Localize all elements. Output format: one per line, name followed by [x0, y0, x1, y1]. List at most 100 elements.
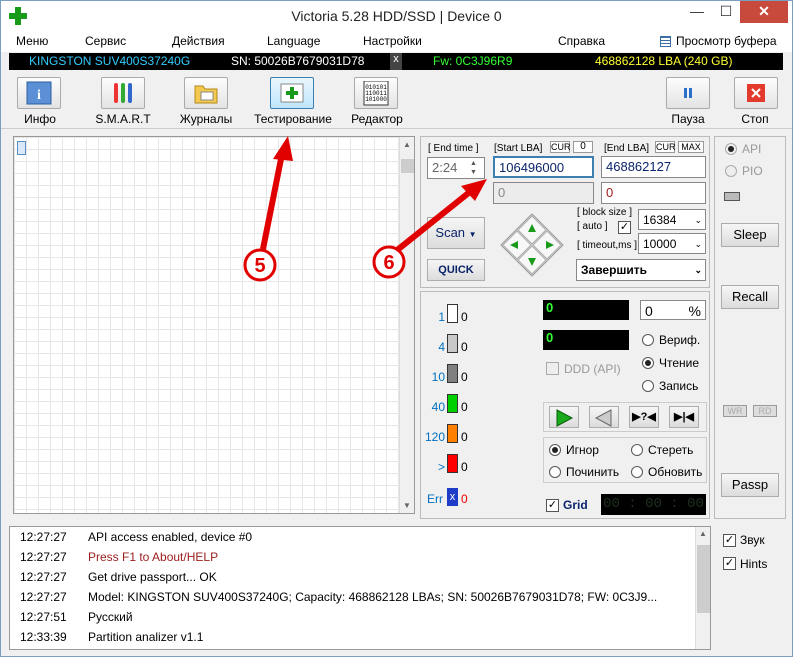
hints-checkbox[interactable]: ✓ [723, 557, 736, 570]
latency-count: 0 [461, 370, 468, 384]
read-radio[interactable] [642, 357, 654, 369]
testing-button[interactable] [270, 77, 314, 109]
close-button[interactable]: ✕ [740, 1, 788, 23]
log-row: 12:27:51 Русский [20, 610, 133, 630]
log-row: 12:33:39 Partition analizer v1.1 [20, 630, 203, 650]
end-max-button[interactable]: MAX [678, 141, 704, 153]
latency-count: 0 [461, 460, 468, 474]
scroll-down-icon[interactable]: ▼ [403, 501, 411, 510]
block-size-select[interactable]: 16384 ⌄ [638, 209, 706, 230]
scroll-thumb[interactable] [401, 159, 414, 173]
map-scrollbar[interactable]: ▲ ▼ [399, 137, 414, 513]
scan-dropdown-button[interactable]: Scan ▼ [427, 217, 485, 249]
end-cur-button[interactable]: CUR [655, 141, 676, 153]
menu-item-actions[interactable]: Действия [172, 34, 225, 48]
wr-indicator: WR [723, 405, 747, 417]
reverse-button[interactable] [589, 406, 619, 428]
direction-pad[interactable] [499, 212, 565, 278]
ddd-api-checkbox[interactable] [546, 362, 559, 375]
log-row: 12:27:27 Model: KINGSTON SUV400S37240G; C… [20, 590, 657, 610]
logs-label: Журналы [179, 112, 233, 126]
progress-lba-display: 0 [543, 300, 629, 320]
editor-label: Редактор [351, 112, 403, 126]
pio-radio[interactable] [725, 165, 737, 177]
minimize-button[interactable]: — [682, 1, 712, 23]
chevron-down-icon: ⌄ [694, 265, 702, 275]
svg-text:i: i [37, 88, 41, 103]
passport-button[interactable]: Passp [721, 473, 779, 497]
title-bar: Victoria 5.28 HDD/SSD | Device 0 — ☐ ✕ [1, 1, 792, 32]
repair-radio[interactable] [549, 466, 561, 478]
menu-item-menu[interactable]: Меню [16, 34, 48, 48]
latency-label: 4 [438, 340, 445, 354]
logs-button[interactable] [184, 77, 228, 109]
sleep-button[interactable]: Sleep [721, 223, 779, 247]
log-row: 12:27:27 Get drive passport... OK [20, 570, 217, 590]
start-zero-button[interactable]: 0 [573, 141, 593, 153]
random-seek-button[interactable]: ▶?◀ [629, 406, 659, 428]
drive-info-bar: KINGSTON SUV400S37240G SN: 50026B7679031… [9, 53, 783, 70]
latency-count: 0 [461, 400, 468, 414]
close-drive-icon[interactable]: x [390, 53, 402, 70]
auto-checkbox[interactable]: ✓ [618, 221, 631, 234]
end-time-spinner-icon[interactable]: ▲ ▼ [470, 159, 477, 177]
stop-button[interactable] [734, 77, 778, 109]
block-size-label: [ block size ] [577, 207, 633, 218]
drive-capacity: 468862128 LBA (240 GB) [595, 54, 733, 68]
log-message: Press F1 to About/HELP [88, 550, 219, 564]
butterfly-button[interactable]: ▶|◀ [669, 406, 699, 428]
scan-stats-panel: 1 0 4 0 10 0 40 0 120 0 >0 Err x 0 0 0% 0 DDD (API… [420, 291, 710, 519]
log-scrollbar[interactable]: ▲ [695, 527, 710, 649]
log-scroll-up-icon[interactable]: ▲ [699, 529, 707, 538]
menu-item-help[interactable]: Справка [558, 34, 605, 48]
sound-checkbox[interactable]: ✓ [723, 534, 736, 547]
playback-controls: ▶?◀ ▶|◀ [543, 402, 707, 432]
write-radio[interactable] [642, 380, 654, 392]
latency-color-block [447, 424, 458, 443]
log-time: 12:27:27 [20, 550, 67, 564]
pause-button[interactable] [666, 77, 710, 109]
smart-button[interactable] [101, 77, 145, 109]
reverse-icon [594, 409, 612, 427]
end-lba-label: [End LBA] [604, 143, 650, 154]
timeout-label: [ timeout,ms ] [577, 240, 638, 251]
log-message: API access enabled, device #0 [88, 530, 253, 544]
end-lba-input[interactable]: 468862127 [601, 156, 706, 178]
start-lba-input[interactable]: 106496000 [493, 156, 594, 178]
end-time-label: [ End time ] [428, 143, 479, 154]
chevron-down-icon: ⌄ [694, 239, 702, 249]
menu-bar: Меню Сервис Действия Language Настройки … [1, 32, 792, 52]
quick-button[interactable]: QUICK [427, 259, 485, 281]
verify-radio[interactable] [642, 334, 654, 346]
test-settings-panel: [ End time ] 2:24 ▲ ▼ [Start LBA] CUR 0 1… [420, 136, 710, 288]
log-time: 12:27:27 [20, 590, 67, 604]
editor-button[interactable]: 010101 110011 101000 [354, 77, 398, 109]
erase-radio[interactable] [631, 444, 643, 456]
log-row: 12:27:27 API access enabled, device #0 [20, 530, 252, 550]
refresh-radio[interactable] [631, 466, 643, 478]
recall-button[interactable]: Recall [721, 285, 779, 309]
log-scroll-thumb[interactable] [697, 545, 710, 613]
menu-item-language[interactable]: Language [267, 34, 320, 48]
event-log[interactable]: 12:27:27 API access enabled, device #0 12:… [9, 526, 711, 650]
latency-count: 0 [461, 310, 468, 324]
api-radio[interactable] [725, 143, 737, 155]
info-button[interactable]: i [17, 77, 61, 109]
surface-map-grid[interactable]: ▲ ▼ [13, 136, 415, 514]
finish-action-select[interactable]: Завершить ⌄ [576, 259, 706, 281]
grid-checkbox[interactable]: ✓ [546, 499, 559, 512]
maximize-button[interactable]: ☐ [711, 1, 741, 23]
menu-item-service[interactable]: Сервис [85, 34, 126, 48]
start-lba-label: [Start LBA] [494, 143, 543, 154]
latency-label: 1 [438, 310, 445, 324]
buffer-view-link[interactable]: Просмотр буфера [676, 34, 777, 48]
play-button[interactable] [549, 406, 579, 428]
menu-item-settings[interactable]: Настройки [363, 34, 422, 48]
scroll-up-icon[interactable]: ▲ [403, 140, 411, 149]
ignore-radio[interactable] [549, 444, 561, 456]
verify-label: Вериф. [659, 333, 701, 347]
timeout-select[interactable]: 10000 ⌄ [638, 233, 706, 254]
start-cur-button[interactable]: CUR [550, 141, 571, 153]
error-action-group: Игнор Стереть Починить Обновить [543, 437, 707, 483]
percent-display: 0% [640, 300, 706, 320]
